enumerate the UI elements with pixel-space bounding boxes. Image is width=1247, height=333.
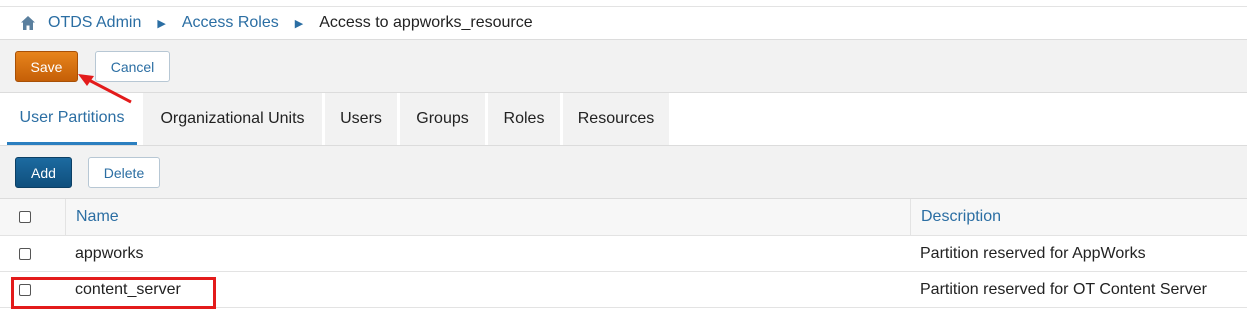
row-description: Partition reserved for OT Content Server: [920, 280, 1207, 298]
partition-toolbar: Add Delete: [0, 146, 1247, 199]
tab-organizational-units[interactable]: Organizational Units: [143, 93, 322, 145]
tab-users[interactable]: Users: [325, 93, 397, 145]
tab-groups[interactable]: Groups: [400, 93, 485, 145]
table-row[interactable]: appworks Partition reserved for AppWorks: [0, 236, 1247, 272]
row-description: Partition reserved for AppWorks: [920, 244, 1146, 262]
column-header-description[interactable]: Description: [910, 199, 1247, 235]
tab-resources[interactable]: Resources: [563, 93, 669, 145]
triangle-right-icon: ▶: [294, 17, 304, 30]
annotation-arrow-icon: [78, 74, 132, 104]
toolbar: Save Cancel: [0, 39, 1247, 93]
home-icon[interactable]: [20, 15, 36, 31]
select-all-checkbox[interactable]: [18, 211, 31, 223]
delete-button[interactable]: Delete: [88, 157, 160, 188]
tab-roles[interactable]: Roles: [488, 93, 560, 145]
table-header-row: Name Description: [0, 199, 1247, 236]
breadcrumb: OTDS Admin ▶ Access Roles ▶ Access to ap…: [0, 6, 1247, 39]
breadcrumb-access-roles[interactable]: Access Roles: [182, 14, 279, 32]
otds-admin-page: OTDS Admin ▶ Access Roles ▶ Access to ap…: [0, 0, 1247, 333]
column-header-name[interactable]: Name: [65, 199, 910, 235]
row-name: appworks: [75, 244, 144, 262]
annotation-highlight-box: [11, 277, 216, 309]
save-button[interactable]: Save: [15, 51, 78, 82]
add-button[interactable]: Add: [15, 157, 72, 188]
breadcrumb-current: Access to appworks_resource: [319, 14, 533, 31]
triangle-right-icon: ▶: [157, 17, 166, 30]
tab-bar: User Partitions Organizational Units Use…: [0, 93, 1247, 146]
row-checkbox[interactable]: [18, 247, 31, 260]
breadcrumb-otds-admin[interactable]: OTDS Admin: [48, 14, 141, 32]
